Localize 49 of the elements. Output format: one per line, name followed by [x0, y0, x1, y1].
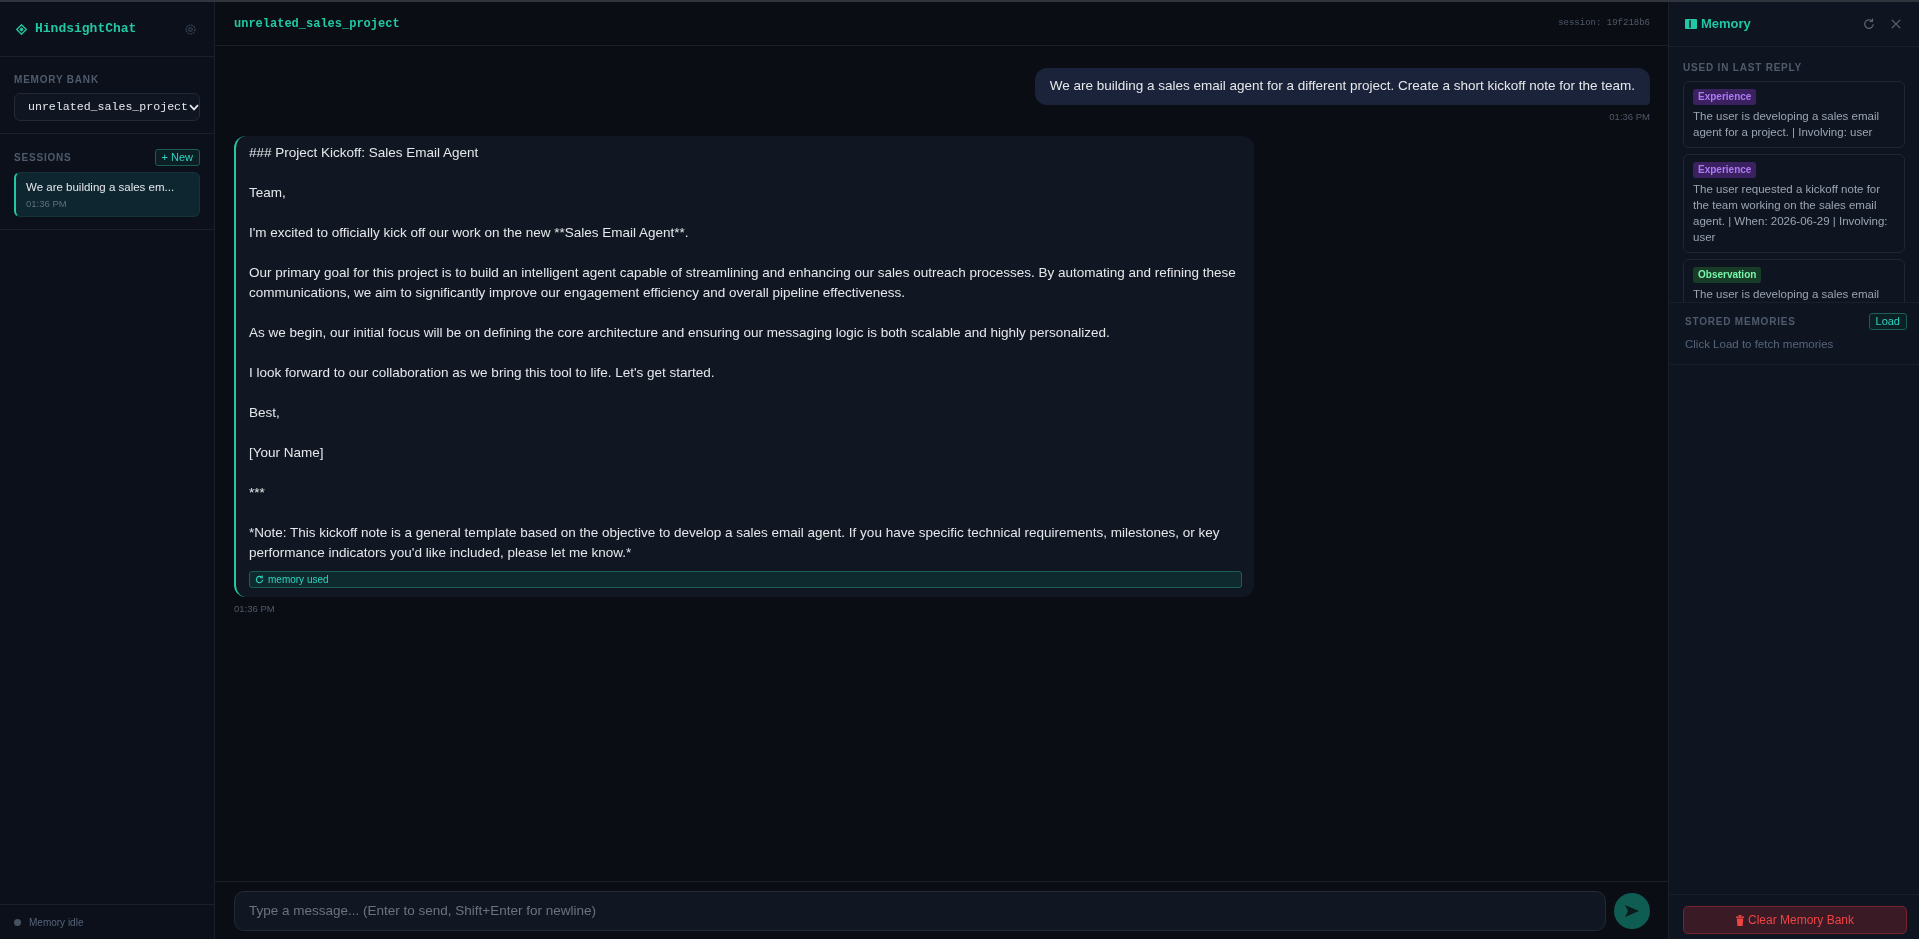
clear-memory-button[interactable]: Clear Memory Bank — [1683, 906, 1907, 934]
refresh-icon[interactable] — [1863, 18, 1875, 30]
message-text: I look forward to our collaboration as we bring this tool to life. Let's get started. — [249, 364, 716, 383]
logo-icon — [16, 23, 27, 35]
memory-type-badge: Observation — [1693, 267, 1762, 283]
circular-arrow-icon — [255, 575, 264, 585]
close-icon[interactable] — [1891, 19, 1901, 29]
message-text: ### Project Kickoff: Sales Email Agent — [249, 144, 480, 163]
session-id: session: 19f218b6 — [1558, 16, 1650, 30]
message-input[interactable]: Type a message... (Enter to send, Shift+Enter for newline) — [234, 890, 1606, 931]
load-button[interactable]: Load — [1868, 313, 1907, 330]
section-label: SESSIONS — [14, 151, 72, 165]
message-text: *Note: This kickoff note is a general template based on the objective to develop a sales email agent. If you have specific technical requirements, milestones, or key performance indicators you'd like included, please let me know.* — [249, 524, 1221, 563]
memory-text: The user is developing a sales email — [1693, 287, 1881, 302]
session-title: We are building a sales em... — [26, 180, 176, 195]
send-button[interactable] — [1614, 892, 1650, 929]
memory-text: The user is developing a sales email agent for a project. | Involving: user — [1693, 109, 1881, 140]
new-session-button[interactable]: + New — [154, 149, 200, 166]
message-text: Our primary goal for this project is to build an intelligent agent capable of streamlining and enhancing our sales outreach processes. By automating and refining these communications, we aim to significantly improve our engagement efficiency and overall pipeline effectiveness. — [249, 264, 1237, 303]
message-text: Team, — [249, 184, 287, 203]
memory-bank-select[interactable]: unrelated_sales_project — [14, 93, 200, 121]
memory-used-label: memory used — [268, 573, 329, 588]
settings-icon[interactable] — [185, 23, 196, 35]
memory-type-badge: Experience — [1693, 162, 1757, 178]
trash-icon — [1736, 914, 1744, 926]
message-text: As we begin, our initial focus will be on defining the core architecture and ensuring our messaging logic is both scalable and highly personalized. — [249, 324, 1111, 343]
message-text: Best, — [249, 404, 281, 423]
status-text: Memory idle — [29, 915, 84, 930]
message-time: 01:36 PM — [1609, 110, 1650, 124]
section-label: USED IN LAST REPLY — [1683, 61, 1804, 75]
status-dot-icon — [14, 918, 21, 926]
chat-title: unrelated_sales_project — [234, 15, 400, 33]
caret-icon — [189, 103, 200, 111]
section-label: MEMORY BANK — [14, 73, 100, 87]
message-text: We are building a sales email agent for a different project. Create a short kickoff note for the team. — [1049, 77, 1635, 95]
message-text: [Your Name] — [249, 444, 325, 463]
panel-title: Memory — [1701, 15, 1751, 34]
message-time: 01:36 PM — [234, 602, 275, 617]
send-icon — [1625, 904, 1639, 917]
app-title: HindsightChat — [35, 20, 137, 39]
section-label: STORED MEMORIES — [1685, 315, 1796, 329]
panel-icon — [1685, 19, 1697, 29]
session-time: 01:36 PM — [26, 198, 68, 210]
memory-type-badge: Experience — [1693, 89, 1757, 105]
message-text: I'm excited to officially kick off our work on the new **Sales Email Agent**. — [249, 224, 690, 243]
stored-hint: Click Load to fetch memories — [1685, 337, 1835, 352]
memory-text: The user requested a kickoff note for the team working on the sales email agent. | When: 2026-06-29 | Involving: user — [1693, 182, 1889, 245]
message-text: *** — [249, 484, 266, 503]
session-item[interactable]: We are building a sales em... 01:36 PM — [14, 172, 200, 217]
